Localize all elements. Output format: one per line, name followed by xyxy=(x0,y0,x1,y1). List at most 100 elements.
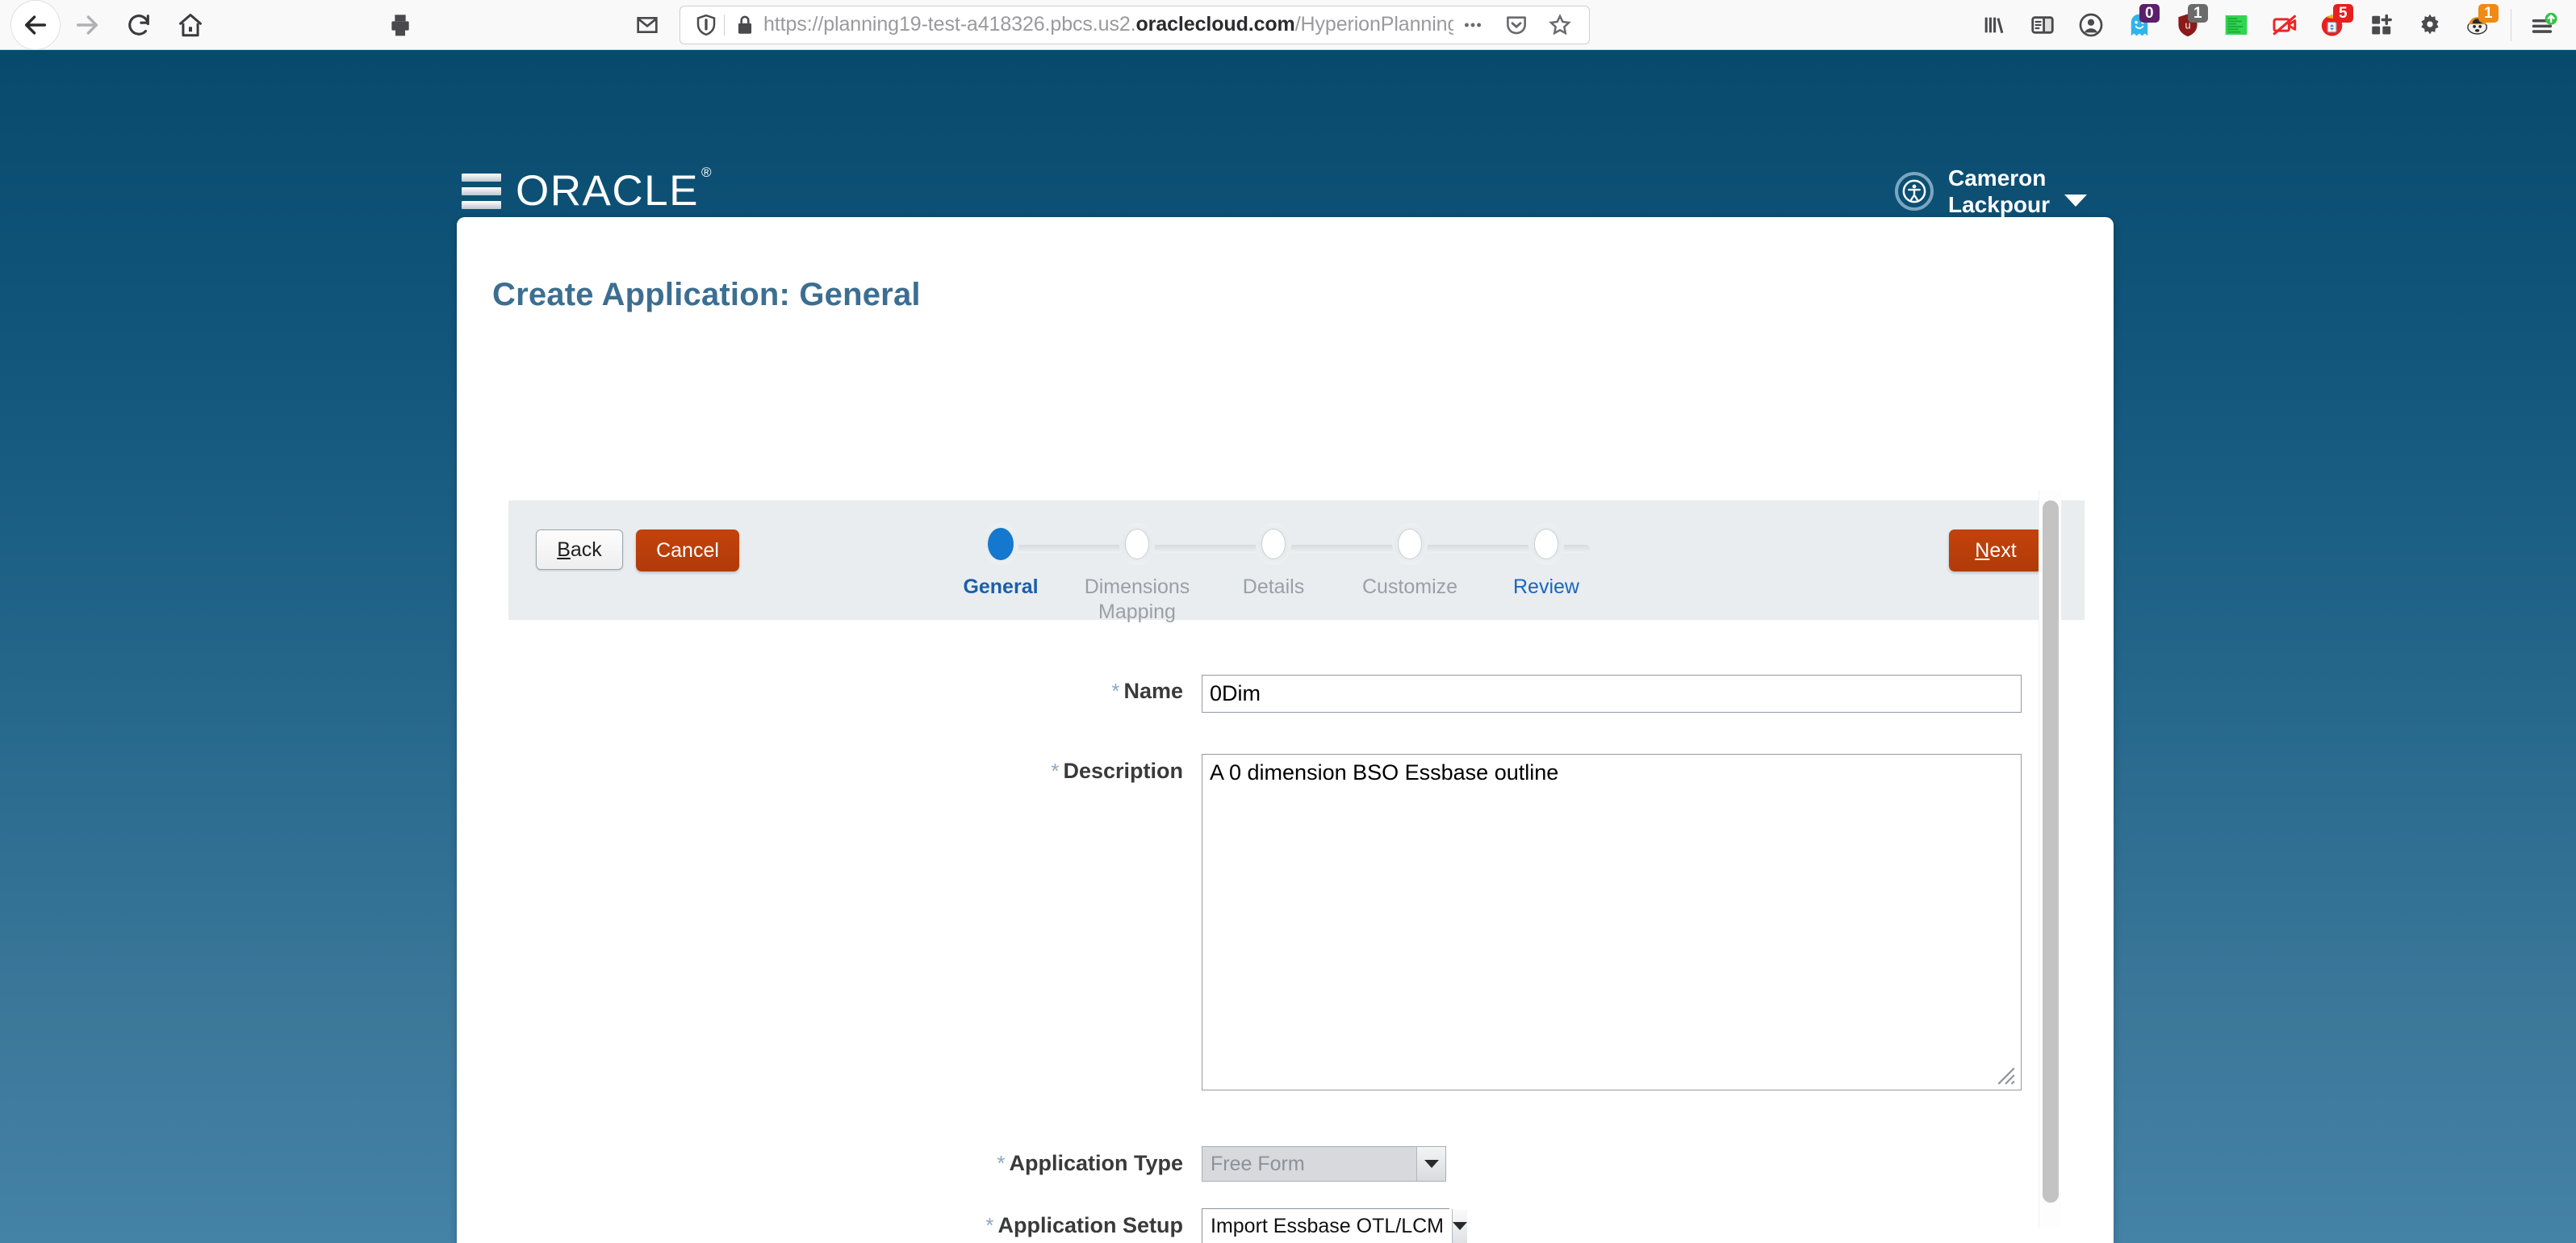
user-menu[interactable]: Cameron Lackpour xyxy=(1895,165,2088,218)
chevron-down-icon[interactable] xyxy=(2064,194,2088,207)
step-dot-wrap-customize xyxy=(1392,523,1428,565)
chevron-down-icon[interactable] xyxy=(1451,1209,1467,1243)
step-dot-customize xyxy=(1398,529,1422,559)
step-dot-dimensions xyxy=(1125,529,1149,559)
application-type-required-marker: * xyxy=(997,1151,1006,1175)
step-dot-general xyxy=(989,529,1013,559)
next-label-rest: ext xyxy=(1989,538,2017,562)
print-icon xyxy=(391,14,409,36)
user-last-name: Lackpour xyxy=(1948,192,2051,218)
hamburger-menu-icon[interactable] xyxy=(462,173,501,209)
url-bar-actions xyxy=(1453,6,1579,44)
name-input[interactable] xyxy=(1202,675,2022,713)
app-menu-icon[interactable] xyxy=(2520,2,2568,48)
application-setup-select[interactable]: Import Essbase OTL/LCM xyxy=(1202,1208,1467,1243)
general-form: *Name *Description *Application Type Fre… xyxy=(457,621,2114,1243)
bookmark-star-icon[interactable] xyxy=(1541,6,1579,44)
add-blocks-icon[interactable] xyxy=(2357,2,2406,48)
oracle-wordmark: ORACLE ® xyxy=(516,165,711,215)
application-setup-label-text: Application Setup xyxy=(997,1213,1184,1237)
cancel-button[interactable]: Cancel xyxy=(636,529,739,571)
oracle-logo-text: ORACLE xyxy=(516,167,699,215)
forward-arrow-icon xyxy=(76,15,98,35)
user-name: Cameron Lackpour xyxy=(1948,165,2050,218)
extension-icon-bar: 0 u 1 5 1 xyxy=(1970,2,2576,48)
user-first-name: Cameron xyxy=(1948,165,2047,190)
ublock-badge: 1 xyxy=(2188,3,2208,23)
chevron-down-icon xyxy=(1416,1147,1445,1181)
account-icon[interactable] xyxy=(2067,2,2115,48)
url-bar[interactable]: https://planning19-test-a418326.pbcs.us2… xyxy=(680,5,1590,44)
oracle-global-header: ORACLE ® Cameron Lackpour xyxy=(0,50,2576,217)
mail-icon xyxy=(637,16,658,33)
wizard-step-label-review: Review xyxy=(1513,575,1579,598)
name-field-label: * Name xyxy=(941,679,1183,704)
step-dot-wrap-dimensions xyxy=(1119,523,1155,565)
next-button[interactable]: Next xyxy=(1949,529,2043,571)
library-icon[interactable] xyxy=(1970,2,2018,48)
ublock-origin-shield-icon[interactable]: u 1 xyxy=(2164,2,2212,48)
forward-button[interactable] xyxy=(61,0,113,51)
application-type-label: * Application Type xyxy=(884,1151,1183,1176)
camera-off-icon[interactable] xyxy=(2260,2,2309,48)
user-accessibility-avatar-icon xyxy=(1895,172,1934,211)
step-dot-wrap-review xyxy=(1528,523,1564,565)
privacy-badger-badge: 1 xyxy=(2478,3,2499,23)
ghostery-icon[interactable]: 0 xyxy=(2115,2,2164,48)
description-field-label: * Description xyxy=(941,759,1183,784)
privacy-badger-icon[interactable]: 1 xyxy=(2454,2,2503,48)
application-setup-label: * Application Setup xyxy=(880,1213,1183,1238)
print-button[interactable] xyxy=(378,2,423,48)
content-scrollbar[interactable] xyxy=(2039,491,2061,1228)
reload-icon xyxy=(128,14,149,36)
oracle-page-background: ORACLE ® Cameron Lackpour Create Applicat… xyxy=(0,50,2576,1243)
tracking-protection-shield-icon[interactable] xyxy=(690,13,722,37)
page-actions-ellipsis-icon[interactable] xyxy=(1453,6,1492,44)
oracle-trademark: ® xyxy=(700,165,713,181)
gear-icon[interactable] xyxy=(2406,2,2454,48)
home-button[interactable] xyxy=(165,0,216,51)
application-setup-value: Import Essbase OTL/LCM xyxy=(1202,1209,1452,1243)
application-type-select: Free Form xyxy=(1202,1146,1446,1182)
cookie-autodelete-badge: 5 xyxy=(2333,3,2353,23)
wizard-step-review[interactable]: Review xyxy=(1466,512,1627,600)
back-arrow-icon xyxy=(24,15,47,35)
wizard-train-bar: Back Cancel General Dimensions Mapping D… xyxy=(508,500,2085,623)
navigation-buttons xyxy=(0,0,216,51)
back-button[interactable] xyxy=(10,0,61,51)
padlock-icon[interactable] xyxy=(731,14,759,36)
page-title: Create Application: General xyxy=(492,277,921,312)
step-dot-wrap-general xyxy=(983,523,1018,565)
content-scrollbar-thumb[interactable] xyxy=(2043,500,2059,1203)
step-dot-review xyxy=(1534,529,1558,559)
cookie-autodelete-icon[interactable]: 5 xyxy=(2309,2,2357,48)
green-grid-icon[interactable] xyxy=(2212,2,2260,48)
browser-toolbar: https://planning19-test-a418326.pbcs.us2… xyxy=(0,0,2576,50)
description-required-marker: * xyxy=(1051,759,1060,783)
save-to-pocket-icon[interactable] xyxy=(1497,6,1536,44)
url-suffix: /HyperionPlanning xyxy=(1294,13,1453,36)
url-domain: oraclecloud.com xyxy=(1135,13,1295,36)
url-divider xyxy=(724,14,725,36)
url-prefix: https://planning19-test-a418326.pbcs.us2… xyxy=(763,13,1136,36)
mail-button[interactable] xyxy=(625,2,670,48)
url-text[interactable]: https://planning19-test-a418326.pbcs.us2… xyxy=(759,13,1453,36)
back-label-rest: ack xyxy=(570,538,602,561)
sidebar-icon[interactable] xyxy=(2018,2,2067,48)
ghostery-badge: 0 xyxy=(2139,3,2160,23)
reload-button[interactable] xyxy=(113,0,165,51)
step-dot-wrap-details xyxy=(1256,523,1291,565)
description-label-text: Description xyxy=(1063,759,1183,783)
wizard-steps: General Dimensions Mapping Details Custo… xyxy=(944,512,1751,623)
description-textarea[interactable] xyxy=(1202,754,2022,1090)
step-dot-details xyxy=(1261,529,1286,559)
content-card: Create Application: General Back Cancel … xyxy=(457,217,2114,1243)
application-setup-required-marker: * xyxy=(985,1213,994,1237)
back-button-wizard[interactable]: Back xyxy=(536,529,623,570)
name-label-text: Name xyxy=(1123,679,1183,703)
next-accelerator: N xyxy=(1975,538,1990,562)
home-icon xyxy=(179,13,202,36)
name-required-marker: * xyxy=(1111,679,1120,703)
oracle-logo-area[interactable]: ORACLE ® xyxy=(462,165,711,215)
application-type-value: Free Form xyxy=(1202,1147,1416,1181)
